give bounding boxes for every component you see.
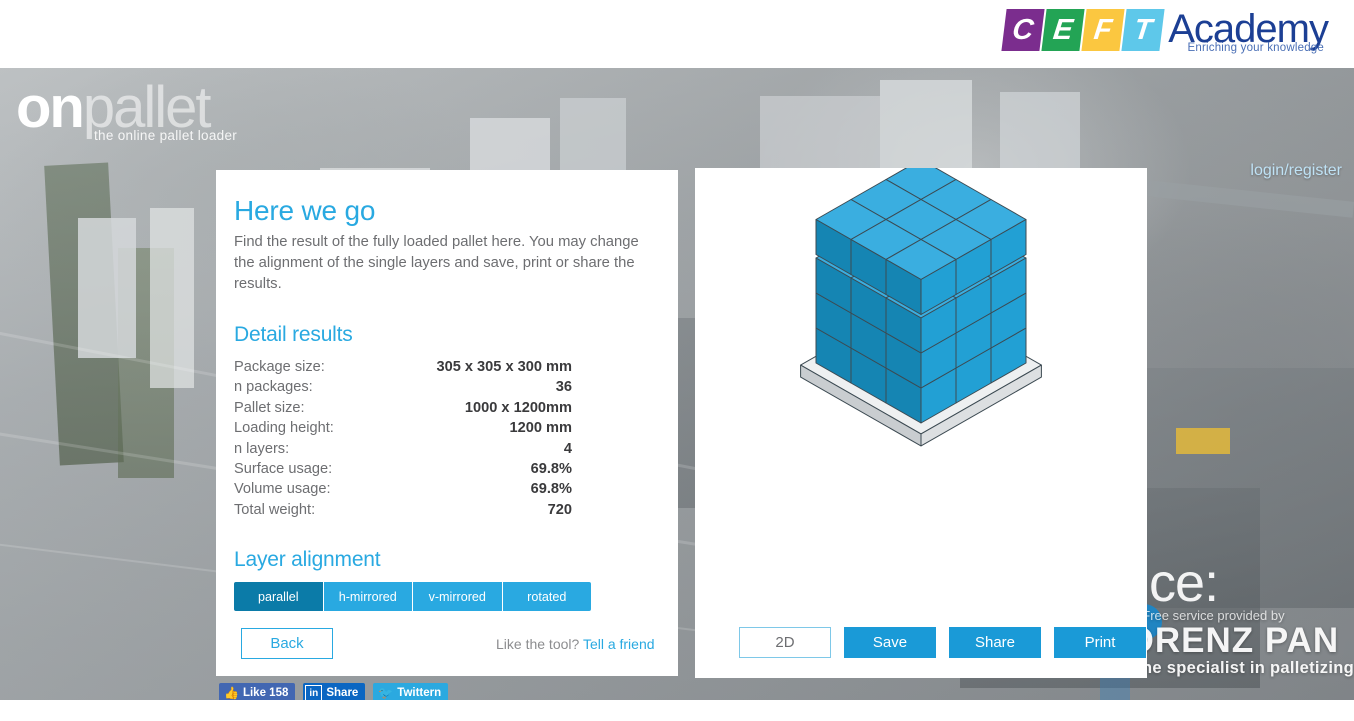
tell-a-friend-link[interactable]: Tell a friend (583, 636, 655, 652)
thumbs-up-icon: 👍 (224, 686, 239, 700)
result-value: 1200 mm (509, 420, 572, 437)
result-value: 305 x 305 x 300 mm (436, 359, 572, 375)
pallet-3d-viewer[interactable] (695, 168, 1147, 608)
ceft-letter-t: T (1121, 9, 1165, 51)
tell-a-friend-prefix: Like the tool? (496, 636, 580, 652)
result-label: Total weight: (234, 501, 316, 518)
2d-button[interactable]: 2D (739, 627, 831, 658)
layer-alignment-heading: Layer alignment (234, 548, 381, 572)
pallet-3d-illustration (800, 168, 1042, 447)
app-root: C E F T Academy Enriching your knowledge (0, 0, 1354, 721)
ceft-letter-tiles: C E F T (1001, 9, 1165, 51)
layer-alignment-segmented-control[interactable]: parallel h-mirrored v-mirrored rotated (234, 582, 591, 612)
result-value: 69.8% (530, 461, 572, 478)
page-title: Here we go (234, 195, 376, 226)
result-label: n layers: (234, 440, 290, 457)
back-button[interactable]: Back (241, 628, 333, 659)
detail-results-table: Package size: 305 x 305 x 300 mm n package… (234, 357, 572, 520)
result-label: Surface usage: (234, 461, 333, 478)
sponsor-tagline: the specialist in palletizing (1136, 659, 1354, 677)
twitter-share-label: Twittern (397, 687, 442, 699)
ceft-letter-c: C (1001, 9, 1045, 51)
onpallet-tagline: the online pallet loader (94, 128, 238, 143)
result-label: Loading height: (234, 420, 334, 437)
result-value: 1000 x 1200mm (464, 399, 572, 416)
top-bar: C E F T Academy Enriching your knowledge (0, 0, 1354, 68)
alignment-option-v-mirrored[interactable]: v-mirrored (413, 582, 503, 612)
result-value: 36 (555, 379, 572, 396)
machine-silhouette (78, 218, 136, 358)
result-row: Pallet size: 1000 x 1200mm (234, 398, 572, 418)
result-value: 720 (547, 501, 572, 518)
intro-text: Find the result of the fully loaded pall… (234, 234, 639, 292)
result-value: 69.8% (530, 481, 572, 498)
result-row: Volume usage: 69.8% (234, 479, 572, 499)
alignment-option-parallel[interactable]: parallel (234, 582, 324, 612)
share-button[interactable]: Share (949, 627, 1041, 658)
linkedin-icon: in (305, 684, 323, 702)
linkedin-share-label: Share (326, 687, 359, 699)
results-panel: Here we go Find the result of the fully … (216, 170, 678, 676)
ceft-letter-f: F (1081, 9, 1125, 51)
result-label: n packages: (234, 379, 313, 396)
machine-silhouette (1176, 428, 1230, 454)
facebook-like-count: 158 (269, 687, 289, 699)
save-button[interactable]: Save (844, 627, 936, 658)
onpallet-name-bold: on (16, 75, 85, 140)
result-row: n layers: 4 (234, 439, 572, 459)
ceft-letter-e: E (1041, 9, 1085, 51)
alignment-option-h-mirrored[interactable]: h-mirrored (323, 582, 413, 612)
page-bottom-strip (0, 700, 1354, 721)
result-label: Pallet size: (234, 399, 305, 416)
result-value: 4 (563, 440, 572, 457)
machine-silhouette (150, 208, 194, 388)
onpallet-logo[interactable]: onpallet the online pallet loader (16, 79, 237, 144)
result-row: Surface usage: 69.8% (234, 459, 572, 479)
print-button[interactable]: Print (1054, 627, 1146, 658)
tell-a-friend-block: Like the tool? Tell a friend (496, 636, 655, 652)
ceft-wordmark: Academy Enriching your knowledge (1168, 9, 1329, 54)
result-row: Loading height: 1200 mm (234, 418, 572, 438)
alignment-option-rotated[interactable]: rotated (502, 582, 591, 612)
ceft-tagline: Enriching your knowledge (1187, 42, 1324, 54)
result-row: n packages: 36 (234, 377, 572, 397)
result-label: Package size: (234, 359, 325, 375)
ceft-academy-logo: C E F T Academy Enriching your knowledge (1001, 9, 1329, 54)
result-label: Volume usage: (234, 481, 331, 498)
facebook-like-label: Like (242, 687, 266, 699)
result-row: Total weight: 720 (234, 500, 572, 520)
detail-results-heading: Detail results (234, 323, 353, 346)
viewer-action-buttons: 2D Save Share Print (739, 627, 1146, 658)
pallet-viewer-panel: 2D Save Share Print (695, 168, 1147, 678)
login-register-link[interactable]: login/register (1250, 162, 1342, 180)
result-row: Package size: 305 x 305 x 300 mm (234, 357, 572, 377)
twitter-bird-icon: 🐦 (378, 686, 394, 700)
